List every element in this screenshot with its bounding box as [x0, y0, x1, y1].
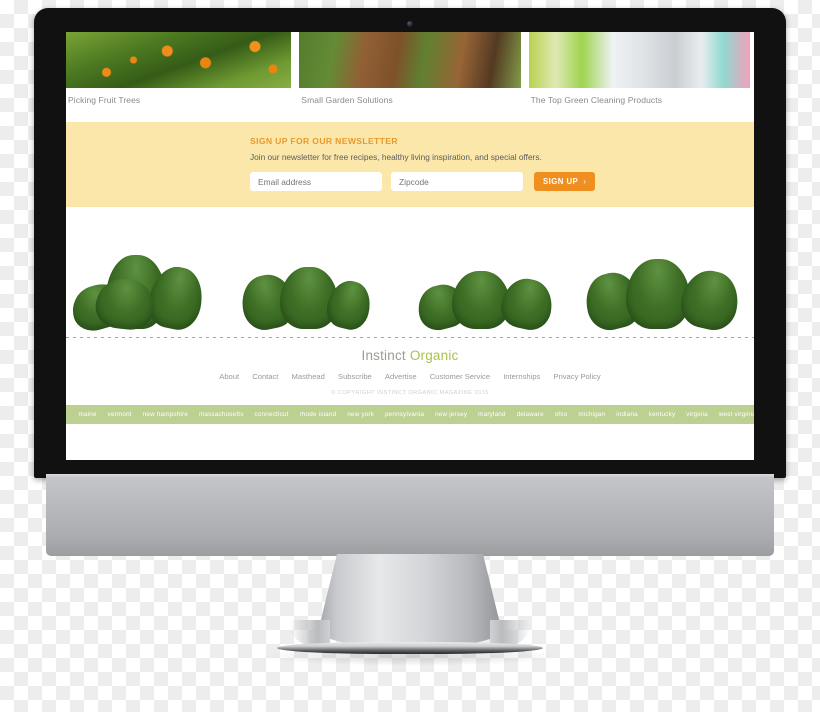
logo-text-organic: Organic [409, 348, 459, 363]
footer-link-about[interactable]: About [219, 372, 239, 381]
screen-content: Picking Fruit Trees Small Garden Solutio… [66, 32, 754, 460]
footer-link-advertise[interactable]: Advertise [385, 372, 417, 381]
leaf-cluster [413, 267, 558, 335]
leaf-cluster [236, 263, 376, 334]
footer-link-contact[interactable]: Contact [252, 372, 278, 381]
state-link-rhode-island[interactable]: rhode island [300, 411, 337, 418]
chevron-right-icon: › [583, 177, 587, 186]
article-thumbnail-fruit-tree[interactable] [66, 32, 292, 88]
state-link-new-jersey[interactable]: new jersey [435, 411, 467, 418]
article-title[interactable]: The Top Green Cleaning Products [529, 88, 750, 105]
monitor-bezel: Picking Fruit Trees Small Garden Solutio… [34, 8, 786, 478]
monitor-stand-neck [314, 554, 506, 648]
state-link-maine[interactable]: maine [79, 411, 97, 418]
article-card[interactable]: The Top Green Cleaning Products [525, 32, 754, 105]
article-card[interactable]: Small Garden Solutions [295, 32, 524, 105]
email-input[interactable] [250, 172, 382, 191]
article-title[interactable]: Picking Fruit Trees [66, 88, 291, 105]
footer-link-masthead[interactable]: Masthead [292, 372, 325, 381]
signup-button-label: SIGN UP [543, 177, 579, 186]
zipcode-input[interactable] [391, 172, 523, 191]
state-link-delaware[interactable]: delaware [517, 411, 544, 418]
footer-nav-links: About Contact Masthead Subscribe Adverti… [66, 372, 754, 381]
article-thumbnail-garden[interactable] [299, 32, 521, 88]
site-logo[interactable]: Instinct Organic [66, 348, 754, 363]
newsletter-form: SIGN UP › [250, 172, 754, 191]
leaf-cluster [580, 249, 746, 335]
state-link-pennsylvania[interactable]: pennsylvania [385, 411, 424, 418]
logo-text-instinct: Instinct [361, 348, 406, 363]
state-link-west-virginia[interactable]: west virginia [719, 411, 754, 418]
orange-dotted-divider [66, 337, 754, 338]
state-link-connecticut[interactable]: connecticut [255, 411, 289, 418]
state-link-virginia[interactable]: virginia [686, 411, 708, 418]
state-link-vermont[interactable]: vermont [108, 411, 132, 418]
state-link-massachusetts[interactable]: massachusetts [199, 411, 244, 418]
article-strip: Picking Fruit Trees Small Garden Solutio… [66, 32, 754, 105]
stand-shadow [260, 650, 560, 666]
state-link-kentucky[interactable]: kentucky [649, 411, 675, 418]
site-footer: Instinct Organic About Contact Masthead … [66, 338, 754, 396]
newsletter-subheading: Join our newsletter for free recipes, he… [250, 152, 542, 162]
imac-monitor: Picking Fruit Trees Small Garden Solutio… [34, 8, 786, 666]
strawberry-leaves-band [66, 207, 754, 338]
state-link-michigan[interactable]: michigan [578, 411, 605, 418]
copyright-text: © COPYRIGHT INSTINCT ORGANIC MAGAZINE 20… [331, 390, 489, 396]
signup-button[interactable]: SIGN UP › [534, 172, 596, 191]
monitor-chin [46, 478, 774, 556]
footer-link-customer-service[interactable]: Customer Service [430, 372, 490, 381]
footer-link-subscribe[interactable]: Subscribe [338, 372, 372, 381]
webcam-icon [407, 21, 413, 27]
article-card[interactable]: Picking Fruit Trees [66, 32, 295, 105]
state-link-new-york[interactable]: new york [347, 411, 374, 418]
newsletter-signup-section: SIGN UP FOR OUR NEWSLETTER Join our news… [66, 122, 754, 207]
state-link-ohio[interactable]: ohio [555, 411, 568, 418]
leaf-cluster [66, 245, 222, 336]
state-link-new-hampshire[interactable]: new hampshire [143, 411, 188, 418]
footer-link-internships[interactable]: Internships [503, 372, 540, 381]
footer-link-privacy-policy[interactable]: Privacy Policy [553, 372, 600, 381]
state-link-indiana[interactable]: indiana [616, 411, 638, 418]
newsletter-heading: SIGN UP FOR OUR NEWSLETTER [250, 136, 398, 146]
states-bar: maine vermont new hampshire massachusett… [66, 405, 754, 424]
state-link-maryland[interactable]: maryland [478, 411, 506, 418]
article-thumbnail-cleaning[interactable] [528, 32, 750, 88]
article-title[interactable]: Small Garden Solutions [299, 88, 520, 105]
